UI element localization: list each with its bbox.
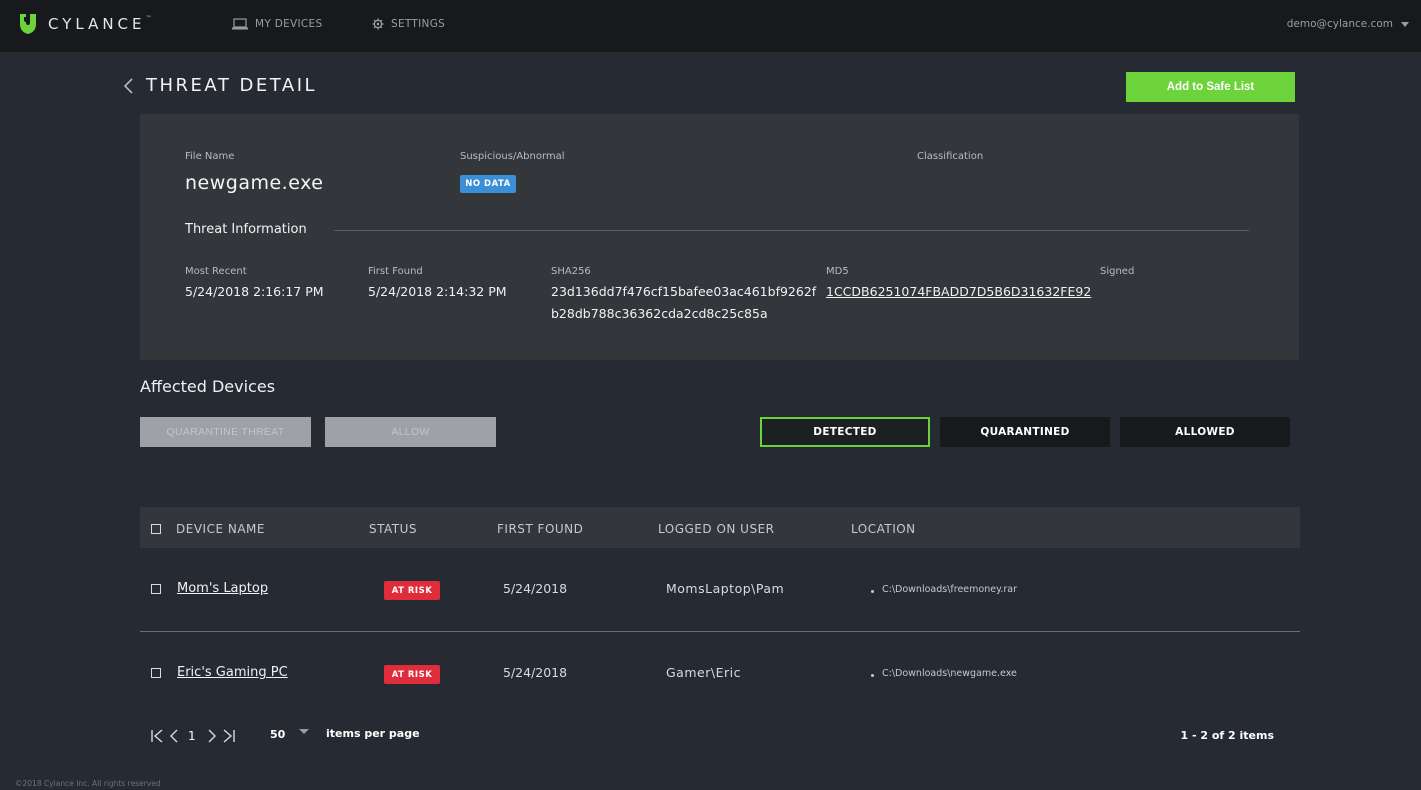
- bullet-icon: [871, 674, 874, 677]
- allow-button[interactable]: ALLOW: [325, 417, 496, 447]
- gear-icon: [372, 18, 384, 30]
- location-cell: C:\Downloads\freemoney.rar: [882, 584, 1017, 595]
- sha256-line-2: b28db788c36362cda2cd8c25c85a: [551, 306, 768, 321]
- logged-on-user-cell: MomsLaptop\Pam: [666, 581, 785, 596]
- chevron-down-icon[interactable]: [299, 729, 309, 734]
- first-found-cell: 5/24/2018: [503, 665, 568, 680]
- previous-page-icon[interactable]: [168, 728, 180, 744]
- classification-label: Classification: [917, 151, 984, 162]
- status-badge: AT RISK: [384, 665, 440, 684]
- no-data-badge: NO DATA: [460, 175, 516, 193]
- most-recent-label: Most Recent: [185, 266, 247, 277]
- nav-settings-label: SETTINGS: [391, 18, 446, 30]
- items-per-page-label: items per page: [326, 727, 420, 740]
- file-name: newgame.exe: [185, 172, 324, 194]
- tab-detected[interactable]: DETECTED: [760, 417, 930, 447]
- logged-on-user-cell: Gamer\Eric: [666, 665, 741, 680]
- divider: [334, 230, 1249, 231]
- status-badge: AT RISK: [384, 581, 440, 600]
- first-found-value: 5/24/2018 2:14:32 PM: [368, 284, 507, 299]
- table-row: Mom's Laptop AT RISK 5/24/2018 MomsLapto…: [140, 548, 1300, 632]
- md5-link[interactable]: 1CCDB6251074FBADD7D5B6D31632FE92: [826, 284, 1091, 299]
- location-cell: C:\Downloads\newgame.exe: [882, 668, 1017, 679]
- threat-information-heading: Threat Information: [185, 222, 307, 237]
- nav-my-devices-label: MY DEVICES: [255, 18, 323, 30]
- threat-detail-panel: File Name newgame.exe Suspicious/Abnorma…: [140, 114, 1299, 360]
- brand-name: CYLANCE™: [48, 15, 152, 33]
- signed-label: Signed: [1100, 266, 1135, 277]
- most-recent-value: 5/24/2018 2:16:17 PM: [185, 284, 324, 299]
- tab-quarantined[interactable]: QUARANTINED: [940, 417, 1110, 447]
- back-arrow-icon[interactable]: [122, 78, 136, 94]
- table-header: DEVICE NAME STATUS FIRST FOUND LOGGED ON…: [140, 507, 1300, 548]
- file-name-label: File Name: [185, 151, 235, 162]
- first-page-icon[interactable]: [150, 728, 166, 744]
- user-menu[interactable]: demo@cylance.com: [1287, 18, 1409, 30]
- add-to-safe-list-button[interactable]: Add to Safe List: [1126, 72, 1295, 102]
- first-found-cell: 5/24/2018: [503, 581, 568, 596]
- suspicious-label: Suspicious/Abnormal: [460, 151, 565, 162]
- select-all-checkbox[interactable]: [151, 524, 161, 534]
- brand-logo[interactable]: CYLANCE™: [18, 12, 152, 36]
- column-status[interactable]: STATUS: [369, 522, 417, 536]
- column-logged-on-user[interactable]: LOGGED ON USER: [658, 522, 775, 536]
- table-row: Eric's Gaming PC AT RISK 5/24/2018 Gamer…: [140, 632, 1300, 716]
- md5-label: MD5: [826, 266, 849, 277]
- sha256-line-1: 23d136dd7f476cf15bafee03ac461bf9262f: [551, 284, 817, 299]
- laptop-icon: [232, 18, 248, 30]
- quarantine-threat-button[interactable]: QUARANTINE THREAT: [140, 417, 311, 447]
- cylance-logo-icon: [20, 14, 36, 34]
- sha256-label: SHA256: [551, 266, 591, 277]
- bullet-icon: [871, 590, 874, 593]
- nav-my-devices[interactable]: MY DEVICES: [232, 18, 322, 30]
- affected-devices-heading: Affected Devices: [140, 377, 276, 396]
- row-checkbox[interactable]: [151, 668, 161, 678]
- first-found-label: First Found: [368, 266, 423, 277]
- row-checkbox[interactable]: [151, 584, 161, 594]
- device-name-link[interactable]: Eric's Gaming PC: [177, 665, 288, 680]
- device-name-link[interactable]: Mom's Laptop: [177, 581, 268, 596]
- user-email: demo@cylance.com: [1286, 18, 1393, 30]
- column-location[interactable]: LOCATION: [851, 522, 916, 536]
- current-page: 1: [188, 729, 196, 743]
- pagination: 1: [150, 728, 236, 744]
- column-device-name[interactable]: DEVICE NAME: [176, 522, 265, 536]
- tab-allowed[interactable]: ALLOWED: [1120, 417, 1290, 447]
- page-title: THREAT DETAIL: [146, 75, 318, 96]
- nav-settings[interactable]: SETTINGS: [372, 18, 445, 30]
- last-page-icon[interactable]: [220, 728, 236, 744]
- top-nav: CYLANCE™ MY DEVICES SETTINGS demo@cylanc…: [0, 0, 1421, 52]
- copyright-footer: ©2018 Cylance Inc. All rights reserved: [15, 779, 161, 788]
- chevron-down-icon: [1401, 21, 1409, 27]
- items-per-page-select[interactable]: 50: [270, 728, 285, 741]
- column-first-found[interactable]: FIRST FOUND: [497, 522, 583, 536]
- next-page-icon[interactable]: [206, 728, 218, 744]
- item-count: 1 - 2 of 2 items: [1180, 729, 1274, 742]
